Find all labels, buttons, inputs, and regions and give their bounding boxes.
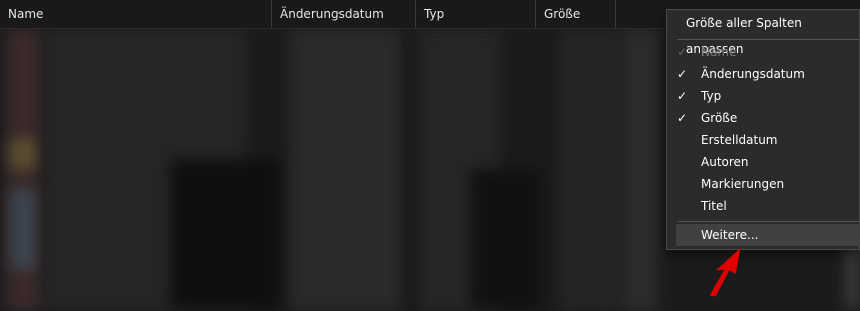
menu-item-label: Typ [701, 89, 722, 103]
blurred-icon-yellow [10, 139, 36, 169]
menu-item-name: ✓ Name [667, 41, 859, 63]
menu-item-title[interactable]: Titel [667, 195, 859, 217]
menu-separator [677, 221, 859, 222]
blurred-extra-column [622, 29, 658, 311]
menu-item-modified[interactable]: ✓ Änderungsdatum [667, 63, 859, 85]
blurred-date-column [290, 29, 400, 311]
menu-item-authors[interactable]: Autoren [667, 151, 859, 173]
menu-item-label: Autoren [701, 155, 749, 169]
checkmark-icon: ✓ [677, 67, 688, 81]
menu-item-type[interactable]: ✓ Typ [667, 85, 859, 107]
menu-item-label: Größe [701, 111, 738, 125]
checkmark-icon: ✓ [677, 89, 688, 103]
checkmark-icon: ✓ [677, 111, 688, 125]
menu-item-label: Name [701, 45, 737, 59]
menu-item-label: Titel [701, 199, 727, 213]
column-header-name[interactable]: Name [0, 0, 272, 28]
menu-item-size[interactable]: ✓ Größe [667, 107, 859, 129]
menu-item-label: Änderungsdatum [701, 67, 805, 81]
column-context-menu: Größe aller Spalten anpassen ✓ Name ✓ Än… [666, 9, 860, 250]
column-header-type-label: Typ [424, 7, 445, 21]
column-header-type[interactable]: Typ [416, 0, 536, 28]
column-header-name-label: Name [8, 7, 44, 21]
sort-caret-icon: ⌄ [334, 7, 342, 17]
blurred-dark-block-2 [470, 169, 540, 309]
column-header-modified-label: Änderungsdatum [280, 7, 384, 21]
menu-item-label: Weitere... [701, 228, 759, 242]
blurred-dark-block [170, 159, 280, 309]
blurred-icon-blue [10, 189, 36, 269]
menu-item-label: Markierungen [701, 177, 785, 191]
column-header-size[interactable]: Größe [536, 0, 616, 28]
checkmark-icon: ✓ [677, 45, 688, 59]
column-header-modified[interactable]: ⌄ Änderungsdatum [272, 0, 416, 28]
menu-item-tags[interactable]: Markierungen [667, 173, 859, 195]
blurred-size-column [560, 29, 620, 311]
menu-item-autosize-columns[interactable]: Größe aller Spalten anpassen [667, 10, 859, 56]
red-arrow-annotation-icon [709, 248, 741, 297]
column-header-size-label: Größe [544, 7, 581, 21]
menu-separator [677, 39, 859, 40]
menu-item-created[interactable]: Erstelldatum [667, 129, 859, 151]
menu-item-label: Erstelldatum [701, 133, 778, 147]
